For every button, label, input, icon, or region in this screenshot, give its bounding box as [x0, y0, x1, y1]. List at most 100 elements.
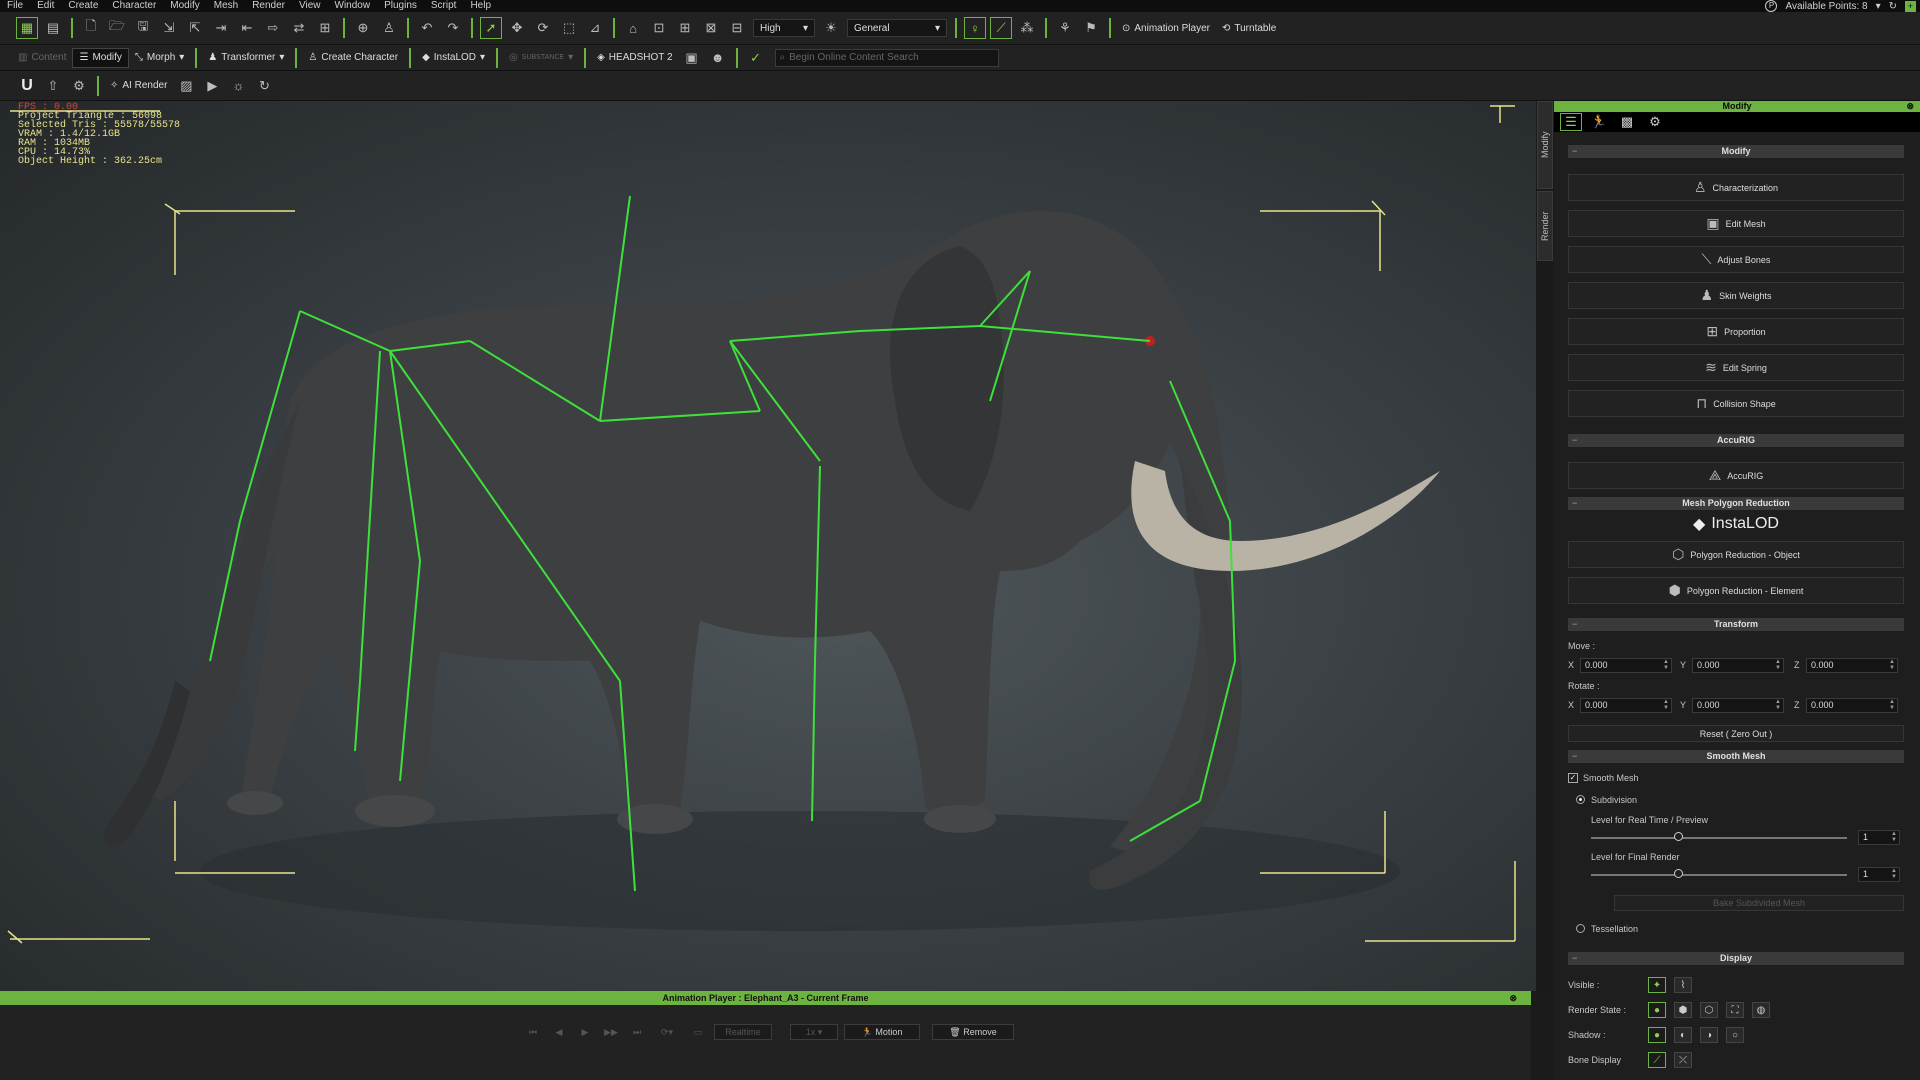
render-wire-icon[interactable]: ⬡ — [1700, 1002, 1718, 1018]
plugin-icon[interactable]: ✓ — [745, 47, 767, 69]
menu-view[interactable]: View — [292, 0, 328, 12]
sliders-icon[interactable]: ☰ — [1560, 113, 1582, 131]
realtime-button[interactable]: Realtime — [714, 1024, 772, 1040]
final-level-input[interactable]: 1 ▲ ▼ — [1858, 867, 1900, 882]
accurig-button[interactable]: ⟁ AccuRIG — [1568, 462, 1904, 489]
menu-modify[interactable]: Modify — [163, 0, 206, 12]
redo-icon[interactable]: ↷ — [442, 17, 464, 39]
spinner-icon[interactable]: ▲ ▼ — [1889, 699, 1895, 711]
select-arrow-icon[interactable]: ➚ — [480, 17, 502, 39]
menu-window[interactable]: Window — [328, 0, 378, 12]
first-frame-icon[interactable]: ⏮ — [526, 1024, 540, 1040]
rotate-y-input[interactable]: 0.000 ▲ ▼ — [1692, 698, 1784, 713]
bake-subdivided-mesh-button[interactable]: Bake Subdivided Mesh — [1614, 895, 1904, 911]
quality-dropdown[interactable]: High ▾ — [753, 19, 815, 37]
camera-view-icon[interactable]: ⊟ — [726, 17, 748, 39]
close-icon[interactable]: ⊗ — [1906, 101, 1914, 112]
group-icon[interactable]: ⁂ — [1016, 17, 1038, 39]
rotate-x-input[interactable]: 0.000 ▲ ▼ — [1580, 698, 1672, 713]
refresh-icon[interactable]: ↻ — [253, 75, 275, 97]
refresh-icon[interactable]: ↻ — [1889, 1, 1897, 12]
visible-off-icon[interactable]: ⌇ — [1674, 977, 1692, 993]
next-frame-icon[interactable]: ▶▶ — [604, 1024, 618, 1040]
bone-tool-icon[interactable]: ⟋ — [990, 17, 1012, 39]
save-icon[interactable]: 🖫 — [132, 17, 154, 39]
open-folder-icon[interactable]: 🗁 — [106, 17, 128, 39]
menu-edit[interactable]: Edit — [30, 0, 61, 12]
undo-icon[interactable]: ↶ — [416, 17, 438, 39]
morph-button[interactable]: ⤡ Morph ▾ — [129, 48, 190, 68]
pick-icon[interactable]: ♙ — [378, 17, 400, 39]
shadow-both-icon[interactable]: ● — [1648, 1027, 1666, 1043]
realtime-level-slider[interactable] — [1591, 837, 1847, 839]
pose-icon[interactable]: 🏃 — [1588, 113, 1610, 131]
zoom-icon[interactable]: ⊕ — [352, 17, 374, 39]
ai-render-button[interactable]: ✧ AI Render — [104, 76, 173, 96]
animation-player-button[interactable]: ⊙ Animation Player — [1116, 18, 1216, 38]
move-x-input[interactable]: 0.000 ▲ ▼ — [1580, 658, 1672, 673]
frame-icon[interactable]: ⊞ — [674, 17, 696, 39]
elephant-model[interactable] — [150, 211, 1242, 890]
menu-file[interactable]: File — [0, 0, 30, 12]
characterization-button[interactable]: ♙ Characterization — [1568, 174, 1904, 201]
rotate-icon[interactable]: ⟳ — [532, 17, 554, 39]
smooth-mesh-checkbox[interactable]: ✓ — [1568, 773, 1578, 783]
section-accurig[interactable]: − AccuRIG — [1568, 434, 1904, 447]
section-transform[interactable]: − Transform — [1568, 618, 1904, 631]
headshot-tool-icon[interactable]: ▣ — [681, 47, 703, 69]
export-menu-icon[interactable]: ⇥ — [210, 17, 232, 39]
available-points[interactable]: Available Points: 8 — [1785, 1, 1867, 12]
u-logo-icon[interactable]: U — [16, 75, 38, 97]
headshot-button[interactable]: ◈ HEADSHOT 2 — [591, 48, 678, 68]
home-camera-icon[interactable]: ⌂ — [622, 17, 644, 39]
reset-zero-out-button[interactable]: Reset ( Zero Out ) — [1568, 725, 1904, 742]
bone-hide-icon[interactable]: ⤫ — [1674, 1052, 1692, 1068]
character-tool-icon[interactable]: ♀ — [964, 17, 986, 39]
menu-help[interactable]: Help — [463, 0, 498, 12]
section-display[interactable]: − Display — [1568, 952, 1904, 965]
puppet-icon[interactable]: ⚘ — [1054, 17, 1076, 39]
record-icon[interactable]: ▭ — [690, 1024, 706, 1040]
head-icon[interactable]: ☻ — [707, 47, 729, 69]
spinner-icon[interactable]: ▲ ▼ — [1891, 868, 1897, 880]
collision-shape-button[interactable]: ⊓ Collision Shape — [1568, 390, 1904, 417]
spinner-icon[interactable]: ▲ ▼ — [1891, 831, 1897, 843]
section-modify[interactable]: − Modify — [1568, 145, 1904, 158]
shadow-receive-icon[interactable]: ◑ — [1700, 1027, 1718, 1043]
spinner-icon[interactable]: ▲ ▼ — [1889, 659, 1895, 671]
shadow-none-icon[interactable]: ○ — [1726, 1027, 1744, 1043]
batch-icon[interactable]: ⊞ — [314, 17, 336, 39]
tessellation-radio[interactable] — [1576, 924, 1585, 933]
spinner-icon[interactable]: ▲ ▼ — [1663, 659, 1669, 671]
speed-dropdown[interactable]: 1x ▾ — [790, 1024, 838, 1040]
spinner-icon[interactable]: ▲ ▼ — [1663, 699, 1669, 711]
realtime-level-input[interactable]: 1 ▲ ▼ — [1858, 830, 1900, 845]
last-frame-icon[interactable]: ⏭ — [630, 1024, 644, 1040]
new-file-icon[interactable]: 🗋 — [80, 17, 102, 39]
menu-mesh[interactable]: Mesh — [207, 0, 245, 12]
gear-icon[interactable]: ⚙ — [1644, 113, 1666, 131]
adjust-bones-button[interactable]: ⟍ Adjust Bones — [1568, 246, 1904, 273]
section-polygon-reduction[interactable]: − Mesh Polygon Reduction — [1568, 497, 1904, 510]
send-icon[interactable]: ⇨ — [262, 17, 284, 39]
export-icon[interactable]: ⇱ — [184, 17, 206, 39]
menu-character[interactable]: Character — [105, 0, 163, 12]
video-icon[interactable]: ▶ — [201, 75, 223, 97]
edit-mesh-button[interactable]: ▣ Edit Mesh — [1568, 210, 1904, 237]
render-xray-icon[interactable]: ◍ — [1752, 1002, 1770, 1018]
checker-icon[interactable]: ▩ — [1616, 113, 1638, 131]
visible-on-icon[interactable]: ✦ — [1648, 977, 1666, 993]
import-icon[interactable]: ⇲ — [158, 17, 180, 39]
content-button[interactable]: ▥ Content — [12, 48, 72, 68]
shadow-cast-icon[interactable]: ◐ — [1674, 1027, 1692, 1043]
spinner-icon[interactable]: ▲ ▼ — [1775, 699, 1781, 711]
spinner-icon[interactable]: ▲ ▼ — [1775, 659, 1781, 671]
subdivision-radio[interactable] — [1576, 795, 1585, 804]
menu-render[interactable]: Render — [245, 0, 292, 12]
motion-button[interactable]: 🏃 Motion — [844, 1024, 920, 1040]
import-menu-icon[interactable]: ⇤ — [236, 17, 258, 39]
edit-spring-button[interactable]: ≋ Edit Spring — [1568, 354, 1904, 381]
render-smooth-icon[interactable]: ● — [1648, 1002, 1666, 1018]
instalod-button[interactable]: ◆ InstaLOD ▾ — [416, 48, 491, 68]
proportion-button[interactable]: ⊞ Proportion — [1568, 318, 1904, 345]
